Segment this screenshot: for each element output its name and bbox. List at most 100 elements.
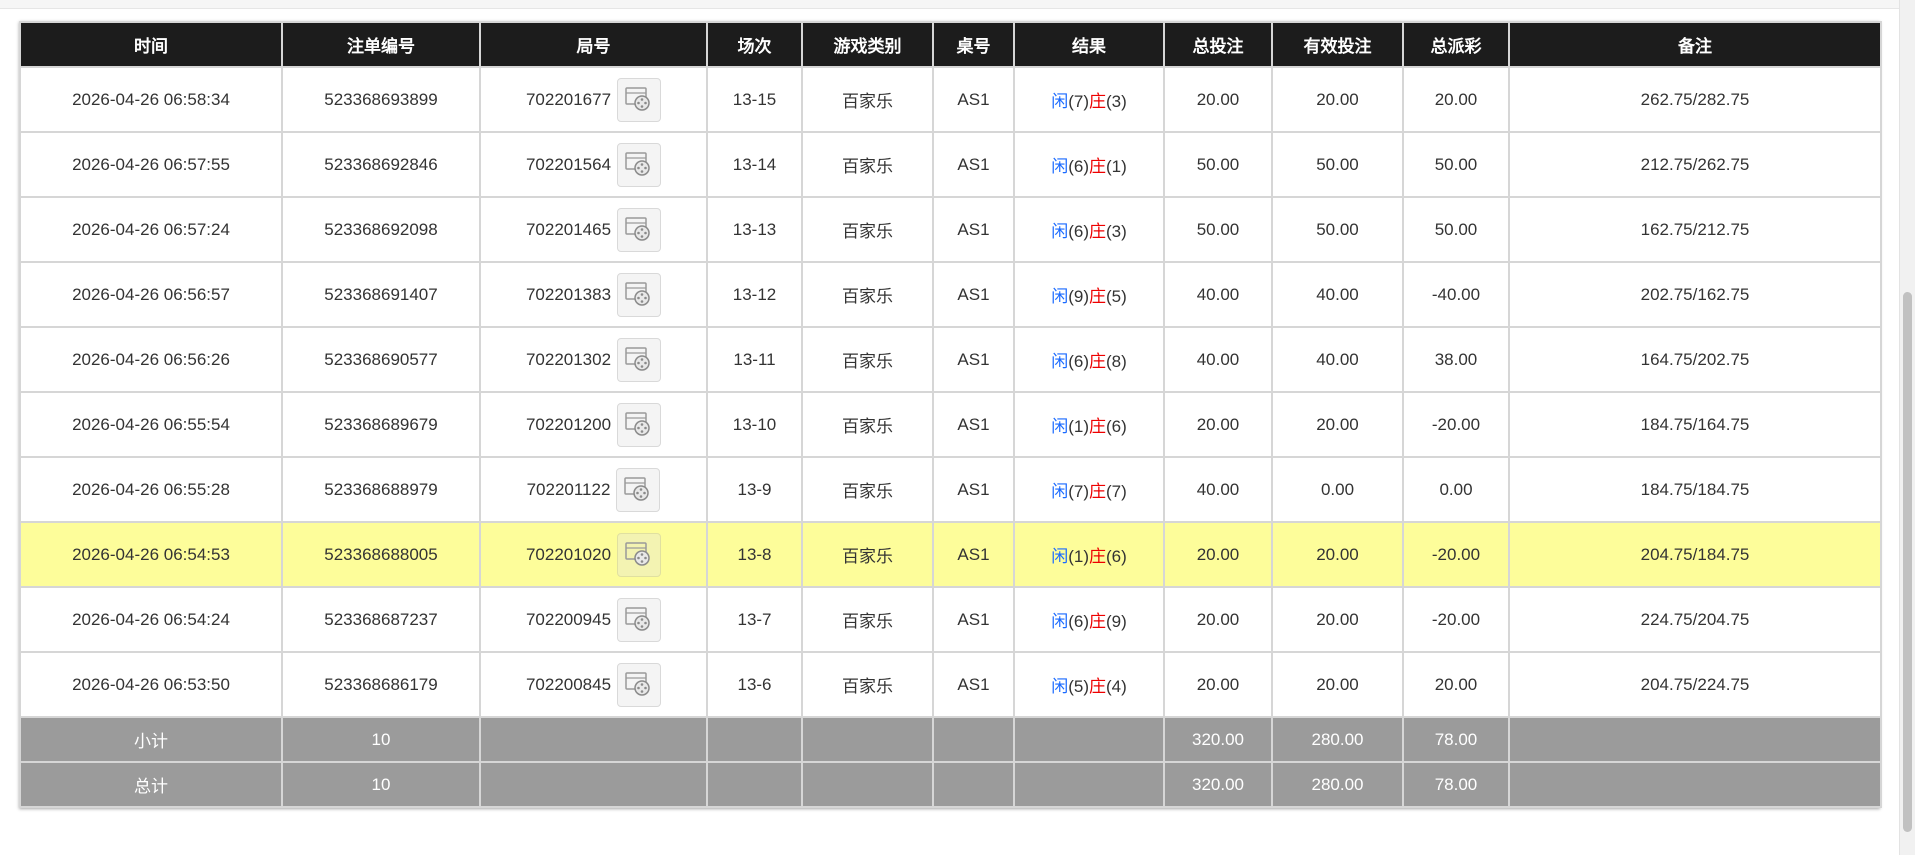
round-no-text: 702201020	[525, 544, 612, 564]
cell-time: 2026-04-26 06:54:53	[19, 521, 283, 588]
video-replay-icon[interactable]	[617, 272, 662, 317]
cell-table-no: AS1	[932, 66, 1015, 133]
round-no-text: 702201677	[525, 89, 612, 109]
grand-total-label: 总计	[19, 761, 283, 808]
header-col-payout: 总派彩	[1402, 21, 1510, 68]
cell-total-bet: 20.00	[1163, 586, 1273, 653]
cell-round-no: 702200945	[479, 586, 708, 653]
video-replay-icon[interactable]	[617, 207, 662, 252]
cell-remark: 224.75/204.75	[1508, 586, 1882, 653]
cell-round-no: 702201383	[479, 261, 708, 328]
header-col-session: 场次	[706, 21, 803, 68]
cell-remark: 204.75/224.75	[1508, 651, 1882, 718]
banker-label: 庄	[1089, 352, 1106, 371]
cell-round-no: 702201465	[479, 196, 708, 263]
banker-score: (3)	[1106, 92, 1127, 111]
table-row: 2026-04-26 06:53:50 523368686179 702200845…	[19, 651, 1882, 718]
cell-payout: -40.00	[1402, 261, 1510, 328]
cell-payout: 0.00	[1402, 456, 1510, 523]
cell-result: 闲(6)庄(8)	[1013, 326, 1165, 393]
grand-total-count: 10	[281, 761, 481, 808]
banker-label: 庄	[1089, 157, 1106, 176]
banker-label: 庄	[1089, 287, 1106, 306]
cell-total-bet: 20.00	[1163, 521, 1273, 588]
table-footer: 小计 10 320.00 280.00 78.00 总计 10 320.00 2…	[19, 716, 1882, 808]
header-col-valid-bet: 有效投注	[1271, 21, 1404, 68]
banker-label: 庄	[1089, 417, 1106, 436]
banker-score: (9)	[1106, 612, 1127, 631]
cell-table-no: AS1	[932, 456, 1015, 523]
video-replay-icon[interactable]	[617, 142, 662, 187]
cell-round-no: 702201564	[479, 131, 708, 198]
cell-result: 闲(6)庄(3)	[1013, 196, 1165, 263]
video-replay-icon[interactable]	[617, 77, 662, 122]
cell-order-no: 523368690577	[281, 326, 481, 393]
banker-score: (7)	[1106, 482, 1127, 501]
cell-order-no: 523368688979	[281, 456, 481, 523]
scrollbar-thumb[interactable]	[1903, 292, 1912, 832]
round-no-text: 702201564	[525, 154, 612, 174]
round-no-text: 702201383	[525, 284, 612, 304]
cell-result: 闲(1)庄(6)	[1013, 521, 1165, 588]
player-label: 闲	[1051, 157, 1069, 176]
cell-total-bet: 40.00	[1163, 326, 1273, 393]
cell-game-type: 百家乐	[801, 521, 934, 588]
cell-game-type: 百家乐	[801, 131, 934, 198]
grand-total-row: 总计 10 320.00 280.00 78.00	[19, 761, 1882, 808]
cell-payout: 38.00	[1402, 326, 1510, 393]
cell-result: 闲(6)庄(1)	[1013, 131, 1165, 198]
player-label: 闲	[1051, 677, 1069, 696]
video-replay-icon[interactable]	[616, 467, 661, 512]
subtotal-count: 10	[281, 716, 481, 763]
cell-order-no: 523368689679	[281, 391, 481, 458]
player-label: 闲	[1051, 92, 1069, 111]
cell-remark: 162.75/212.75	[1508, 196, 1882, 263]
player-label: 闲	[1051, 352, 1069, 371]
table-row: 2026-04-26 06:55:28 523368688979 702201122…	[19, 456, 1882, 523]
header-col-total-bet: 总投注	[1163, 21, 1273, 68]
video-replay-icon[interactable]	[617, 662, 662, 707]
banker-score: (4)	[1106, 677, 1127, 696]
banker-label: 庄	[1089, 547, 1106, 566]
video-replay-icon[interactable]	[617, 532, 662, 577]
video-replay-icon[interactable]	[617, 337, 662, 382]
cell-table-no: AS1	[932, 261, 1015, 328]
video-replay-icon[interactable]	[617, 402, 662, 447]
cell-time: 2026-04-26 06:57:55	[19, 131, 283, 198]
cell-payout: 50.00	[1402, 131, 1510, 198]
cell-game-type: 百家乐	[801, 66, 934, 133]
cell-result: 闲(6)庄(9)	[1013, 586, 1165, 653]
cell-remark: 184.75/164.75	[1508, 391, 1882, 458]
grand-total-total-bet: 320.00	[1163, 761, 1273, 808]
round-no-text: 702201465	[525, 219, 612, 239]
cell-order-no: 523368692846	[281, 131, 481, 198]
round-no-text: 702200945	[525, 609, 612, 629]
cell-result: 闲(7)庄(3)	[1013, 66, 1165, 133]
cell-time: 2026-04-26 06:56:26	[19, 326, 283, 393]
video-replay-icon[interactable]	[617, 597, 662, 642]
round-no-text: 702201122	[526, 479, 611, 499]
cell-table-no: AS1	[932, 131, 1015, 198]
cell-total-bet: 50.00	[1163, 131, 1273, 198]
player-label: 闲	[1051, 287, 1069, 306]
vertical-scrollbar[interactable]	[1899, 0, 1915, 855]
player-score: (7)	[1068, 92, 1089, 111]
cell-time: 2026-04-26 06:53:50	[19, 651, 283, 718]
cell-order-no: 523368688005	[281, 521, 481, 588]
cell-result: 闲(1)庄(6)	[1013, 391, 1165, 458]
player-score: (6)	[1068, 157, 1089, 176]
player-label: 闲	[1051, 482, 1069, 501]
cell-payout: 20.00	[1402, 651, 1510, 718]
banker-score: (6)	[1106, 417, 1127, 436]
cell-total-bet: 40.00	[1163, 456, 1273, 523]
player-score: (1)	[1068, 417, 1089, 436]
grand-total-payout: 78.00	[1402, 761, 1510, 808]
player-label: 闲	[1051, 222, 1069, 241]
cell-session: 13-9	[706, 456, 803, 523]
cell-session: 13-8	[706, 521, 803, 588]
cell-session: 13-13	[706, 196, 803, 263]
cell-round-no: 702201302	[479, 326, 708, 393]
header-col-round-no: 局号	[479, 21, 708, 68]
table-header: 时间 注单编号 局号 场次 游戏类别 桌号 结果 总投注 有效投注 总派彩 备注	[19, 21, 1882, 68]
banker-score: (8)	[1106, 352, 1127, 371]
